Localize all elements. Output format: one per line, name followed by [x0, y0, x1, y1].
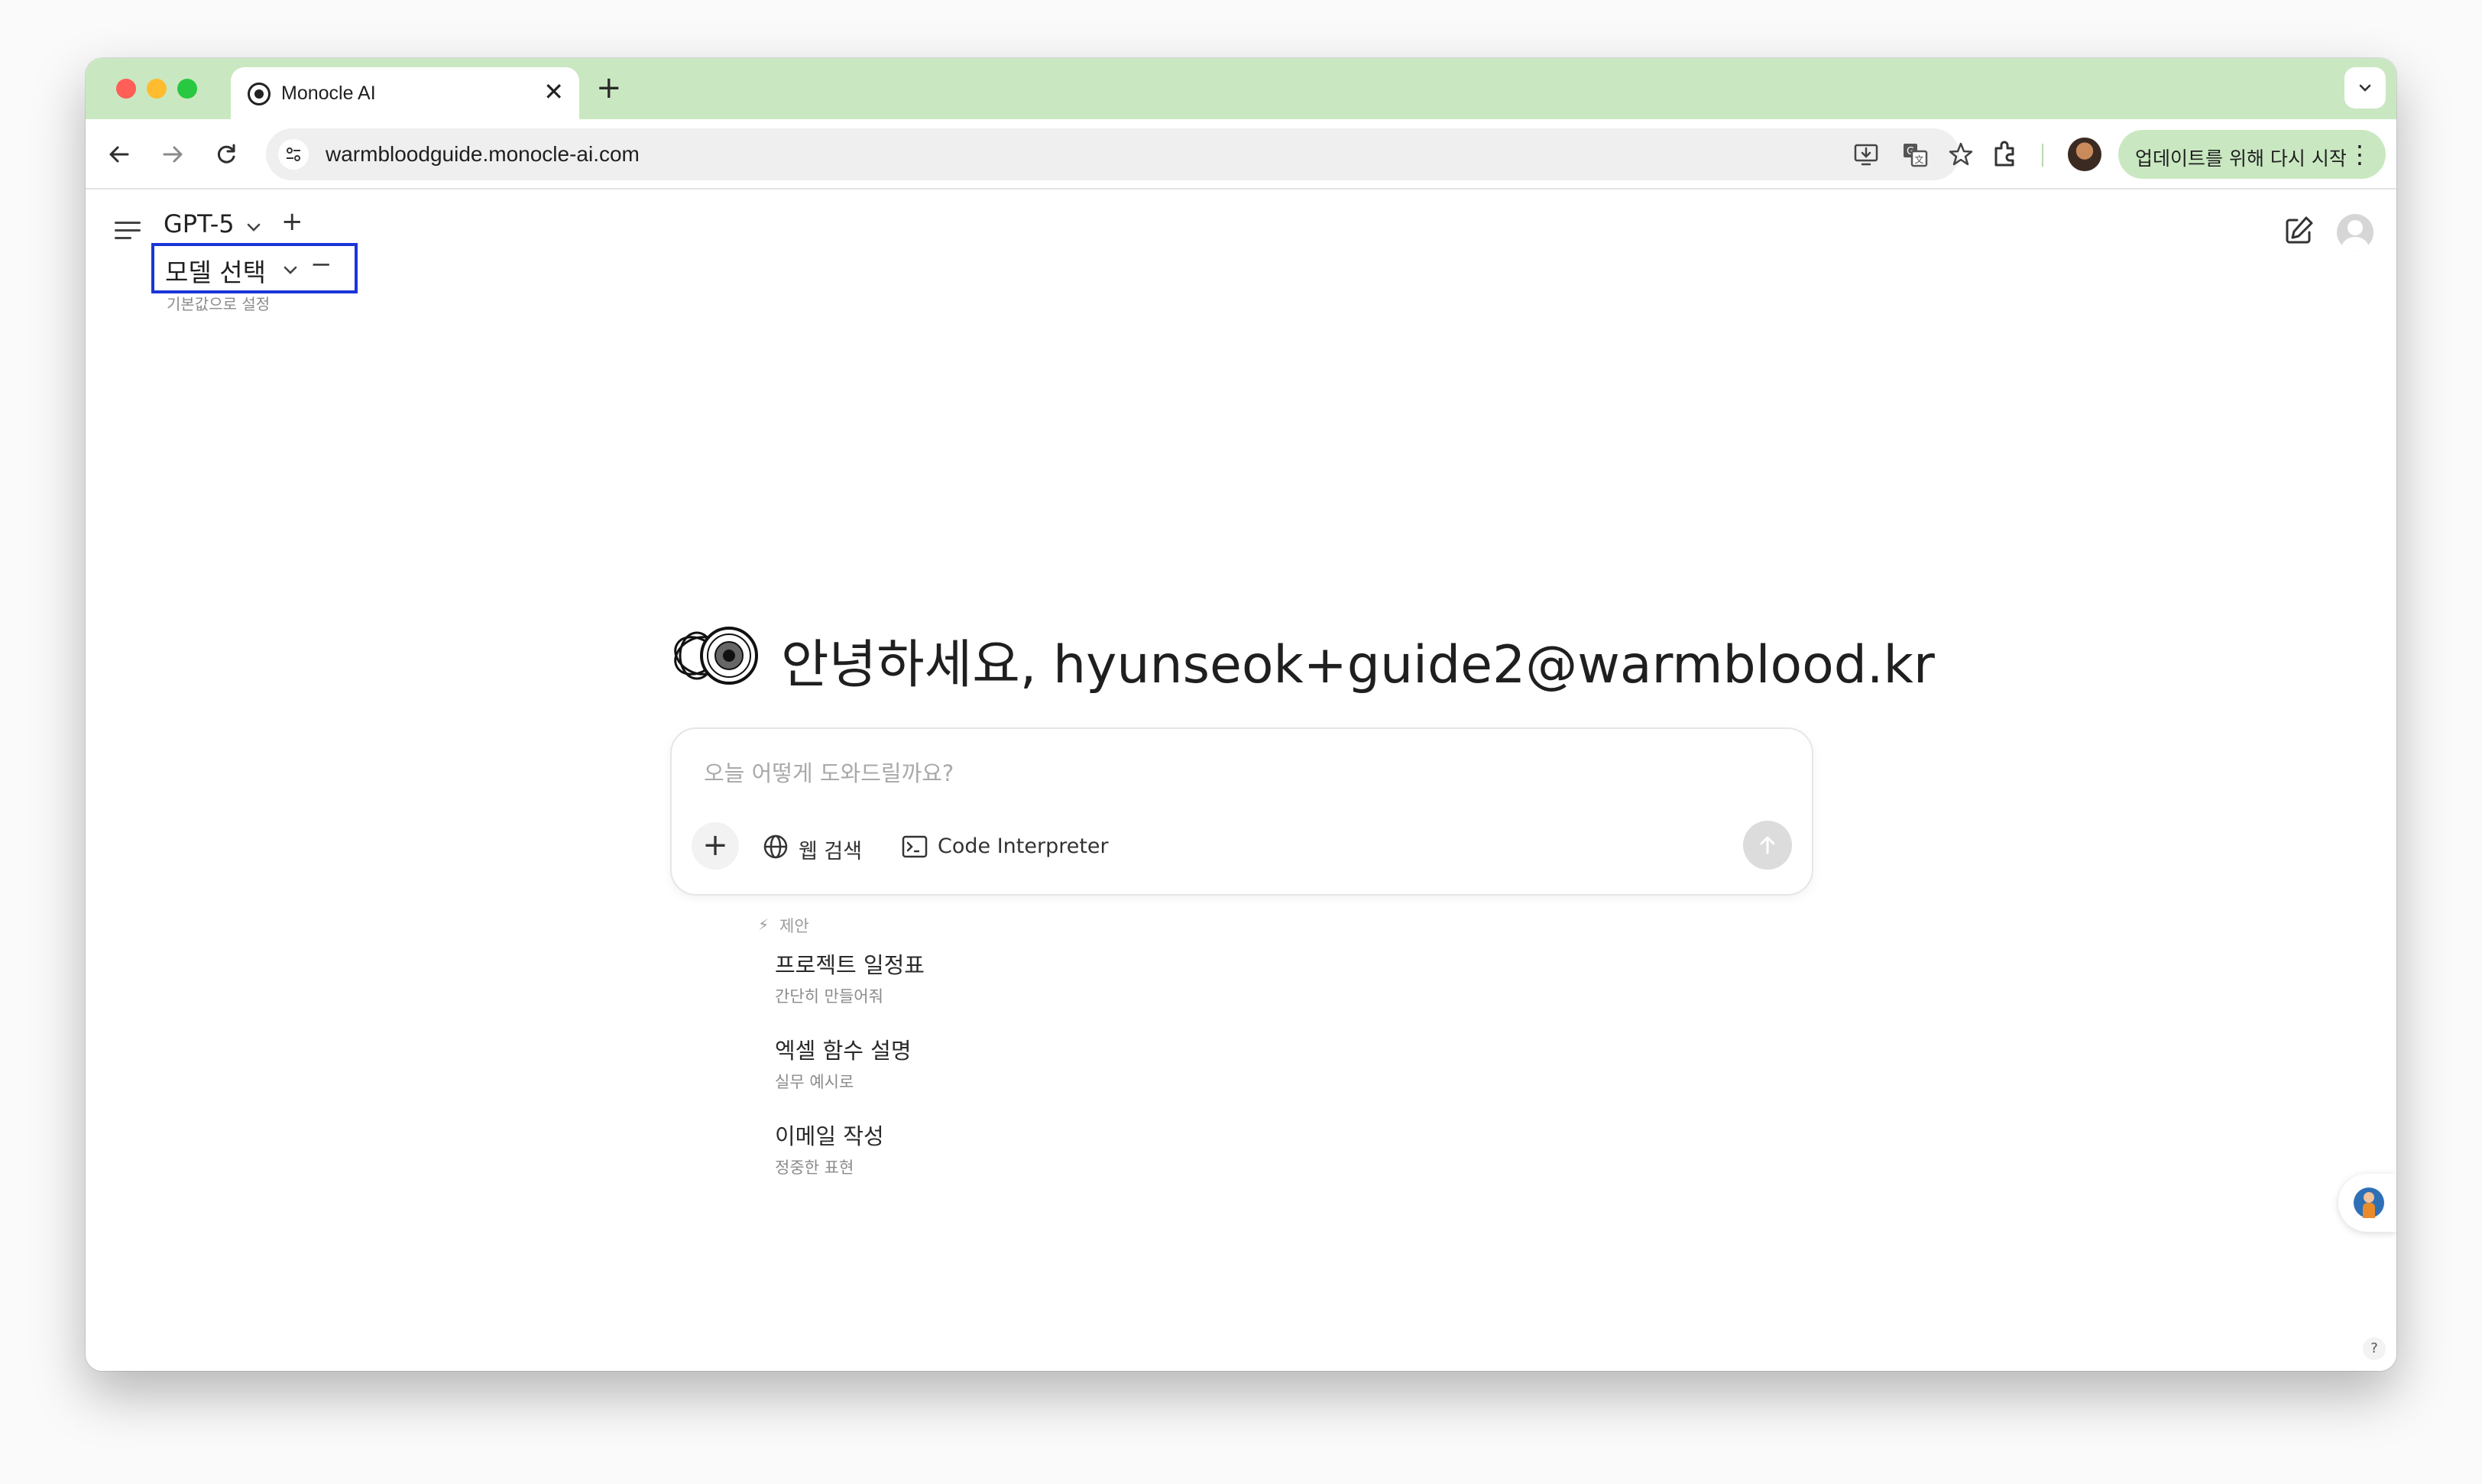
chevron-down-icon[interactable] [245, 219, 263, 237]
update-label: 업데이트를 위해 다시 시작 [2135, 147, 2347, 170]
close-window-button[interactable] [116, 79, 136, 99]
site-info-icon [287, 147, 300, 161]
model-select-dropdown[interactable]: 모델 선택 − [151, 243, 358, 293]
address-bar[interactable]: warmbloodguide.monocle-ai.com G 文 [266, 128, 1973, 180]
web-search-label: 웹 검색 [799, 840, 863, 864]
tab-close-icon[interactable]: ✕ [543, 78, 564, 105]
add-model-button[interactable]: + [281, 206, 303, 237]
chat-composer: + 웹 검색 Code Interpreter [670, 727, 1813, 896]
monocle-logo-icon [674, 627, 758, 685]
bolt-icon: ⚡ [758, 915, 770, 934]
greeting-title: 안녕하세요, hyunseok+guide2@warmblood.kr [781, 635, 1935, 695]
monocle-favicon-icon [248, 83, 271, 105]
update-restart-button[interactable]: 업데이트를 위해 다시 시작 ⋮ [2118, 130, 2386, 179]
help-button[interactable]: ? [2363, 1337, 2386, 1360]
minimize-window-button[interactable] [147, 79, 167, 99]
back-button[interactable] [101, 136, 138, 173]
suggestions-title: 제안 [779, 917, 809, 935]
code-interpreter-label: Code Interpreter [938, 834, 1109, 858]
suggestion-item[interactable]: 이메일 작성 정중한 표현 [775, 1119, 1157, 1188]
reload-button[interactable] [208, 136, 245, 173]
globe-icon [763, 834, 788, 859]
translate-icon[interactable]: G 文 [1901, 141, 1929, 168]
model-name[interactable]: GPT-5 [164, 209, 235, 238]
sidebar-toggle-icon[interactable] [115, 222, 141, 243]
forward-icon [163, 146, 183, 163]
tab-monocle-ai[interactable]: Monocle AI ✕ [231, 67, 579, 119]
send-button[interactable] [1743, 821, 1792, 870]
terminal-icon [902, 835, 928, 858]
tab-title: Monocle AI [281, 83, 376, 104]
extensions-icon[interactable] [1988, 138, 2022, 171]
reload-icon [217, 144, 235, 164]
toolbar-divider [2042, 144, 2043, 167]
forward-button[interactable] [154, 136, 191, 173]
bookmark-star-icon[interactable] [1947, 141, 1975, 168]
suggestion-title: 프로젝트 일정표 [775, 952, 925, 978]
browser-toolbar: warmbloodguide.monocle-ai.com G 文 업데이트를 … [86, 119, 2396, 190]
site-info-button[interactable] [278, 139, 309, 170]
app-content: GPT-5 + 모델 선택 − 기본값으로 설정 안녕하세요, hyunseok… [86, 191, 2396, 1371]
user-avatar[interactable] [2337, 214, 2373, 251]
tab-search-button[interactable] [2344, 67, 2386, 109]
chevron-down-icon[interactable] [281, 261, 300, 280]
desktop-stage: Monocle AI ✕ + warmbloodguide.monocle-ai… [0, 0, 2482, 1484]
url-text[interactable]: warmbloodguide.monocle-ai.com [326, 142, 640, 167]
new-chat-edit-icon[interactable] [2282, 214, 2315, 248]
suggestion-subtitle: 정중한 표현 [775, 1158, 854, 1177]
suggestion-title: 이메일 작성 [775, 1123, 884, 1149]
chat-input[interactable] [704, 750, 1758, 796]
suggestion-item[interactable]: 프로젝트 일정표 간단히 만들어줘 [775, 948, 1157, 1016]
suggestion-title: 엑셀 함수 설명 [775, 1038, 912, 1064]
suggestion-item[interactable]: 엑셀 함수 설명 실무 예시로 [775, 1033, 1157, 1102]
arrow-up-icon [1760, 836, 1775, 854]
install-app-icon[interactable] [1852, 141, 1880, 168]
back-icon [109, 146, 129, 163]
svg-text:文: 文 [1914, 154, 1923, 165]
code-interpreter-button[interactable]: Code Interpreter [901, 828, 1115, 864]
suggestion-subtitle: 실무 예시로 [775, 1073, 854, 1091]
browser-window: Monocle AI ✕ + warmbloodguide.monocle-ai… [86, 58, 2396, 1371]
new-tab-button[interactable]: + [596, 69, 622, 107]
profile-avatar[interactable] [2068, 138, 2101, 171]
support-widget-button[interactable] [2338, 1174, 2396, 1232]
chevron-down-icon [2359, 84, 2371, 92]
remove-model-button[interactable]: − [310, 249, 332, 280]
model-select-label: 모델 선택 [165, 258, 266, 287]
web-search-button[interactable]: 웹 검색 [762, 828, 884, 864]
more-menu-icon[interactable]: ⋮ [2348, 139, 2372, 170]
tab-strip: Monocle AI ✕ + [86, 58, 2396, 119]
attach-button[interactable]: + [692, 822, 739, 870]
maximize-window-button[interactable] [177, 79, 197, 99]
set-default-link[interactable]: 기본값으로 설정 [167, 292, 270, 314]
greeting-row: 안녕하세요, hyunseok+guide2@warmblood.kr [666, 619, 1935, 695]
support-agent-icon [2354, 1188, 2384, 1218]
suggestion-subtitle: 간단히 만들어줘 [775, 987, 883, 1006]
